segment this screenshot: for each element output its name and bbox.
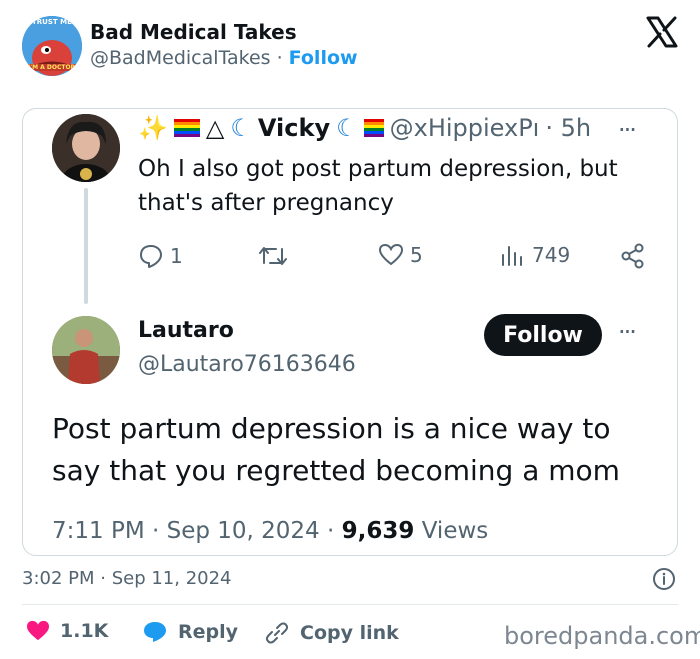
follow-button[interactable]: Follow [484,314,602,356]
avatar[interactable] [52,316,120,384]
divider [22,604,678,605]
sparkles-emoji-icon: ✨ [138,114,168,142]
view-count: 749 [532,243,571,267]
follow-link[interactable]: Follow [289,47,358,69]
triangle-icon: △ [205,114,225,142]
avatar-bottom-text: I'M A DOCTOR [27,64,77,71]
reply-button[interactable]: Reply [142,620,238,644]
views-label: Views [414,518,489,544]
reply-author-line: ✨ △ ☾ Vicky ☾ @xHippiexPı · 5h [138,114,591,142]
tweet-timestamp[interactable]: 7:11 PM · Sep 10, 2024 · [52,518,342,544]
account-handle-line: @BadMedicalTakes · Follow [90,47,358,69]
tweet-text: Post partum depression is a nice way to … [52,412,620,487]
avatar[interactable] [52,114,120,182]
wave-icon: ☾ [336,114,358,142]
heart-icon [378,243,404,266]
reply-author-name[interactable]: Vicky [258,114,330,142]
reply-icon [140,245,162,268]
rainbow-flag-icon [363,119,384,137]
reply-tweet-text: Oh I also got post partum depression, bu… [138,156,618,216]
brand-watermark: boredpanda.com [504,622,700,650]
like-button[interactable]: 1.1K [26,620,108,642]
speech-bubble-icon [144,622,166,642]
x-logo-icon[interactable] [644,14,680,50]
tweet-metadata: 7:11 PM · Sep 10, 2024 · 9,639 Views [52,518,488,544]
info-icon[interactable] [652,567,676,591]
views-count: 9,639 [341,518,415,544]
handle-separator: · [270,47,289,69]
author-handle[interactable]: @Lautaro76163646 [138,352,356,377]
more-options-button[interactable]: ··· [618,318,637,346]
account-avatar[interactable]: TRUST ME I'M A DOCTOR [22,16,82,76]
author-name[interactable]: Lautaro [138,318,234,343]
copy-link-icon [265,622,289,644]
copy-link-button[interactable]: Copy link [264,620,399,646]
reply-time: · 5h [545,114,592,142]
like-count: 1.1K [60,620,109,642]
account-handle[interactable]: @BadMedicalTakes [90,47,271,69]
account-display-name[interactable]: Bad Medical Takes [90,20,297,44]
more-options-button[interactable]: ··· [618,116,637,144]
share-button[interactable] [620,243,646,269]
post-timestamp[interactable]: 3:02 PM · Sep 11, 2024 [22,568,232,589]
copy-link-label: Copy link [300,622,399,644]
retweet-icon [259,247,287,265]
like-count: 5 [410,243,423,267]
rainbow-flag-icon [173,119,200,137]
wave-icon: ☾ [230,114,252,142]
views-button[interactable]: 749 [500,243,570,267]
reply-label: Reply [178,621,239,643]
reply-button[interactable]: 1 [138,243,183,269]
retweet-button[interactable] [258,243,288,269]
share-icon [621,243,644,269]
avatar-top-text: TRUST ME [32,18,72,26]
like-button[interactable]: 5 [378,243,423,267]
thread-connector [84,188,88,304]
reply-author-handle[interactable]: @xHippiexPı [390,114,540,142]
reply-count: 1 [170,244,183,268]
heart-icon [27,620,49,641]
views-icon [502,246,522,266]
